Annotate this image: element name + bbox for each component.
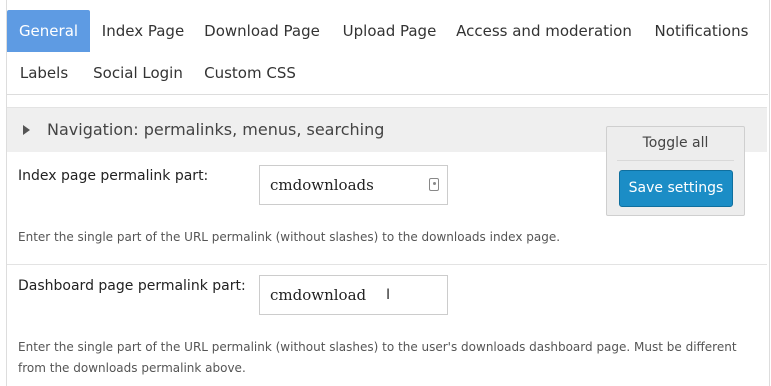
tab-general[interactable]: General bbox=[7, 10, 90, 52]
tab-index-page[interactable]: Index Page bbox=[96, 10, 190, 52]
tab-notifications[interactable]: Notifications bbox=[639, 10, 764, 52]
field-help-text: Enter the single part of the URL permali… bbox=[18, 230, 561, 244]
field-label: Index page permalink part: bbox=[18, 168, 209, 184]
field-label: Dashboard page permalink part: bbox=[18, 278, 246, 294]
tabs-divider bbox=[6, 94, 768, 95]
save-settings-button[interactable]: Save settings bbox=[619, 170, 733, 207]
tab-upload-page[interactable]: Upload Page bbox=[336, 10, 443, 52]
field-row-dashboard-permalink: Dashboard page permalink part: cmdownloa… bbox=[7, 265, 767, 386]
expand-arrow-icon[interactable] bbox=[23, 125, 30, 135]
index-permalink-input[interactable]: cmdownloads bbox=[259, 165, 448, 205]
settings-tabs: General Index Page Download Page Upload … bbox=[6, 8, 768, 94]
text-cursor-icon: I bbox=[386, 287, 391, 303]
tab-social-login[interactable]: Social Login bbox=[86, 52, 190, 94]
contact-card-icon[interactable] bbox=[429, 178, 439, 191]
toggle-all-link[interactable]: Toggle all bbox=[607, 135, 744, 151]
input-value[interactable]: cmdownload bbox=[270, 286, 366, 304]
tab-access-moderation[interactable]: Access and moderation bbox=[454, 10, 634, 52]
dashboard-permalink-input[interactable]: cmdownload I bbox=[259, 275, 448, 315]
panel-separator bbox=[617, 160, 734, 161]
field-help-text: Enter the single part of the URL permali… bbox=[18, 340, 737, 375]
tab-labels[interactable]: Labels bbox=[7, 52, 81, 94]
tab-custom-css[interactable]: Custom CSS bbox=[199, 52, 301, 94]
input-value[interactable]: cmdownloads bbox=[270, 176, 374, 194]
tab-download-page[interactable]: Download Page bbox=[199, 10, 325, 52]
floating-settings-panel: Toggle all Save settings bbox=[606, 126, 745, 216]
section-title: Navigation: permalinks, menus, searching bbox=[47, 120, 385, 139]
